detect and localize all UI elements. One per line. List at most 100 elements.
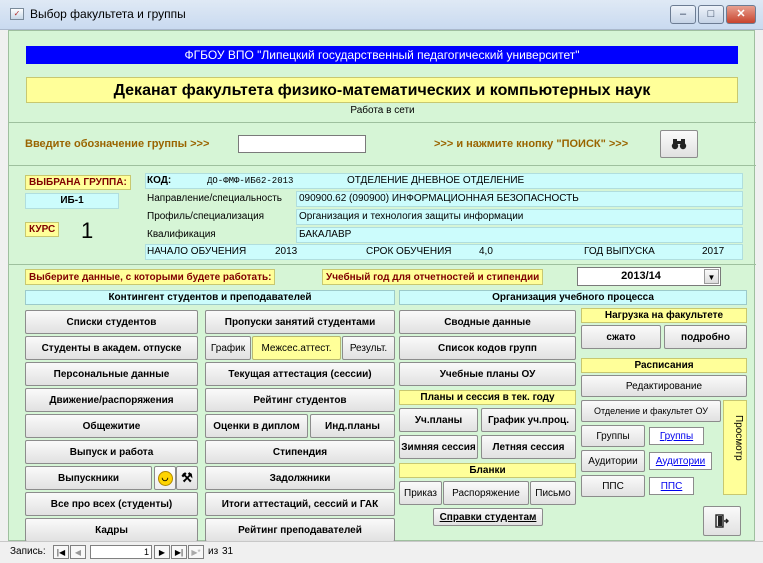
forms-section-title: Бланки bbox=[399, 463, 576, 478]
next-record-icon[interactable]: ▶ bbox=[154, 545, 170, 559]
results-tab[interactable]: Результ. bbox=[342, 336, 395, 360]
staff-button[interactable]: Кадры bbox=[25, 518, 198, 542]
group-search-prompt: Введите обозначение группы >>> bbox=[25, 138, 210, 150]
university-banner: ФГБОУ ВПО "Липецкий государственный педа… bbox=[26, 46, 738, 64]
start-label: НАЧАЛО ОБУЧЕНИЯ bbox=[147, 246, 247, 257]
year-label: Учебный год для отчетностей и стипендии bbox=[322, 269, 544, 285]
department-value: ОТДЕЛЕНИЕ ДНЕВНОЕ ОТДЕЛЕНИЕ bbox=[347, 175, 525, 186]
duration-value: 4,0 bbox=[479, 246, 493, 257]
tools-button[interactable]: ⚒ bbox=[176, 466, 198, 490]
schedule-edit-button[interactable]: Редактирование bbox=[581, 375, 747, 397]
faculty-load-title: Нагрузка на факультете bbox=[581, 308, 747, 323]
load-detailed-button[interactable]: подробно bbox=[664, 325, 747, 349]
study-plans-button[interactable]: Уч.планы bbox=[399, 408, 478, 432]
view-vertical-label: Просмотр bbox=[723, 400, 747, 495]
window-title: Выбор факультета и группы bbox=[30, 7, 186, 21]
teachers-view-link[interactable]: ППС bbox=[649, 477, 694, 495]
year-value: 2013/14 bbox=[621, 270, 661, 282]
group-value: ИБ-1 bbox=[25, 193, 119, 209]
dean-office-banner: Деканат факультета физико-математических… bbox=[26, 77, 738, 103]
all-about-all-button[interactable]: Все про всех (студенты) bbox=[25, 492, 198, 516]
divider bbox=[9, 122, 756, 123]
rooms-button[interactable]: Аудитории bbox=[581, 450, 645, 472]
group-search-input[interactable] bbox=[238, 135, 366, 153]
tools-icon: ⚒ bbox=[181, 470, 193, 485]
course-value: 1 bbox=[81, 218, 94, 243]
current-record-input[interactable] bbox=[90, 545, 152, 559]
work-select-prompt: Выберите данные, с которыми будете работ… bbox=[25, 269, 276, 285]
rooms-view-link[interactable]: Аудитории bbox=[649, 452, 712, 470]
summer-session-button[interactable]: Летняя сессия bbox=[481, 435, 576, 459]
interim-attestation-tab[interactable]: Межсес.аттест. bbox=[252, 336, 341, 360]
start-value: 2013 bbox=[275, 246, 298, 257]
debtors-button[interactable]: Задолжники bbox=[205, 466, 395, 490]
course-label: КУРС bbox=[25, 222, 60, 237]
ind-plans-button[interactable]: Инд.планы bbox=[310, 414, 395, 438]
first-record-icon[interactable]: |◀ bbox=[53, 545, 69, 559]
results-button[interactable]: Итоги аттестаций, сессий и ГАК bbox=[205, 492, 395, 516]
divider bbox=[9, 165, 756, 166]
new-record-icon[interactable]: ▶* bbox=[188, 545, 204, 559]
code-label: КОД: bbox=[147, 175, 172, 186]
exit-button[interactable] bbox=[703, 506, 741, 536]
groups-view-link[interactable]: Группы bbox=[649, 427, 704, 445]
alumni-button[interactable]: Выпускники bbox=[25, 466, 152, 490]
mode-label: Работа в сети bbox=[350, 105, 415, 116]
window-titlebar: ✓ Выбор факультета и группы – □ ✕ bbox=[0, 0, 763, 30]
academic-leave-button[interactable]: Студенты в академ. отпуске bbox=[25, 336, 198, 360]
winter-session-button[interactable]: Зимняя сессия bbox=[399, 435, 478, 459]
maximize-button[interactable]: □ bbox=[698, 5, 724, 24]
study-schedule-button[interactable]: График уч.проц. bbox=[481, 408, 576, 432]
certificates-button[interactable]: Справки студентам bbox=[433, 508, 543, 526]
grad-value: 2017 bbox=[702, 246, 725, 257]
qualification-label: Квалификация bbox=[147, 229, 216, 240]
search-button[interactable] bbox=[660, 130, 698, 158]
absences-button[interactable]: Пропуски занятий студентами bbox=[205, 310, 395, 334]
stipend-button[interactable]: Стипендия bbox=[205, 440, 395, 464]
rating-teachers-button[interactable]: Рейтинг преподавателей bbox=[205, 518, 395, 542]
record-total: 31 bbox=[222, 546, 234, 557]
dept-faculty-button[interactable]: Отделение и факультет ОУ bbox=[581, 400, 721, 422]
specialty-label: Направление/специальность bbox=[147, 193, 283, 204]
duration-label: СРОК ОБУЧЕНИЯ bbox=[366, 246, 452, 257]
dormitory-button[interactable]: Общежитие bbox=[25, 414, 198, 438]
prev-record-icon[interactable]: ◀ bbox=[70, 545, 86, 559]
students-list-button[interactable]: Списки студентов bbox=[25, 310, 198, 334]
schedules-title: Расписания bbox=[581, 358, 747, 373]
code-value: ДО-ФМФ-ИБ62-2013 bbox=[207, 176, 294, 186]
groups-button[interactable]: Группы bbox=[581, 425, 645, 447]
rating-students-button[interactable]: Рейтинг студентов bbox=[205, 388, 395, 412]
selected-group-label: ВЫБРАНА ГРУППА: bbox=[25, 175, 131, 190]
record-label: Запись: bbox=[10, 546, 46, 557]
schedule-tab[interactable]: График bbox=[205, 336, 251, 360]
search-hint: >>> и нажмите кнопку "ПОИСК" >>> bbox=[434, 138, 629, 150]
diploma-grades-button[interactable]: Оценки в диплом bbox=[205, 414, 308, 438]
minimize-button[interactable]: – bbox=[670, 5, 696, 24]
letter-button[interactable]: Письмо bbox=[530, 481, 576, 505]
movement-button[interactable]: Движение/распоряжения bbox=[25, 388, 198, 412]
last-record-icon[interactable]: ▶| bbox=[171, 545, 187, 559]
form-canvas: ФГБОУ ВПО "Липецкий государственный педа… bbox=[8, 30, 756, 542]
profile-value: Организация и технология защиты информац… bbox=[299, 211, 524, 222]
summary-button[interactable]: Сводные данные bbox=[399, 310, 576, 334]
graduation-work-button[interactable]: Выпуск и работа bbox=[25, 440, 198, 464]
record-of-label: из bbox=[208, 546, 219, 557]
load-compact-button[interactable]: сжато bbox=[581, 325, 661, 349]
divider bbox=[9, 264, 756, 265]
smiley-button[interactable]: ◡ bbox=[154, 466, 176, 490]
current-attestation-button[interactable]: Текущая аттестация (сессии) bbox=[205, 362, 395, 386]
record-navigation-bar: Запись: |◀ ◀ ▶ ▶| ▶* из 31 bbox=[0, 541, 763, 563]
process-section-title: Организация учебного процесса bbox=[399, 290, 747, 305]
close-button[interactable]: ✕ bbox=[726, 5, 756, 24]
app-form-icon: ✓ bbox=[10, 8, 24, 20]
chevron-down-icon[interactable]: ▼ bbox=[704, 269, 719, 284]
personal-data-button[interactable]: Персональные данные bbox=[25, 362, 198, 386]
order-button[interactable]: Приказ bbox=[399, 481, 442, 505]
qualification-row bbox=[296, 227, 743, 243]
year-select[interactable]: 2013/14 ▼ bbox=[577, 267, 721, 286]
curricula-button[interactable]: Учебные планы ОУ bbox=[399, 362, 576, 386]
qualification-value: БАКАЛАВР bbox=[299, 229, 352, 240]
teachers-button[interactable]: ППС bbox=[581, 475, 645, 497]
directive-button[interactable]: Распоряжение bbox=[443, 481, 529, 505]
group-codes-button[interactable]: Список кодов групп bbox=[399, 336, 576, 360]
